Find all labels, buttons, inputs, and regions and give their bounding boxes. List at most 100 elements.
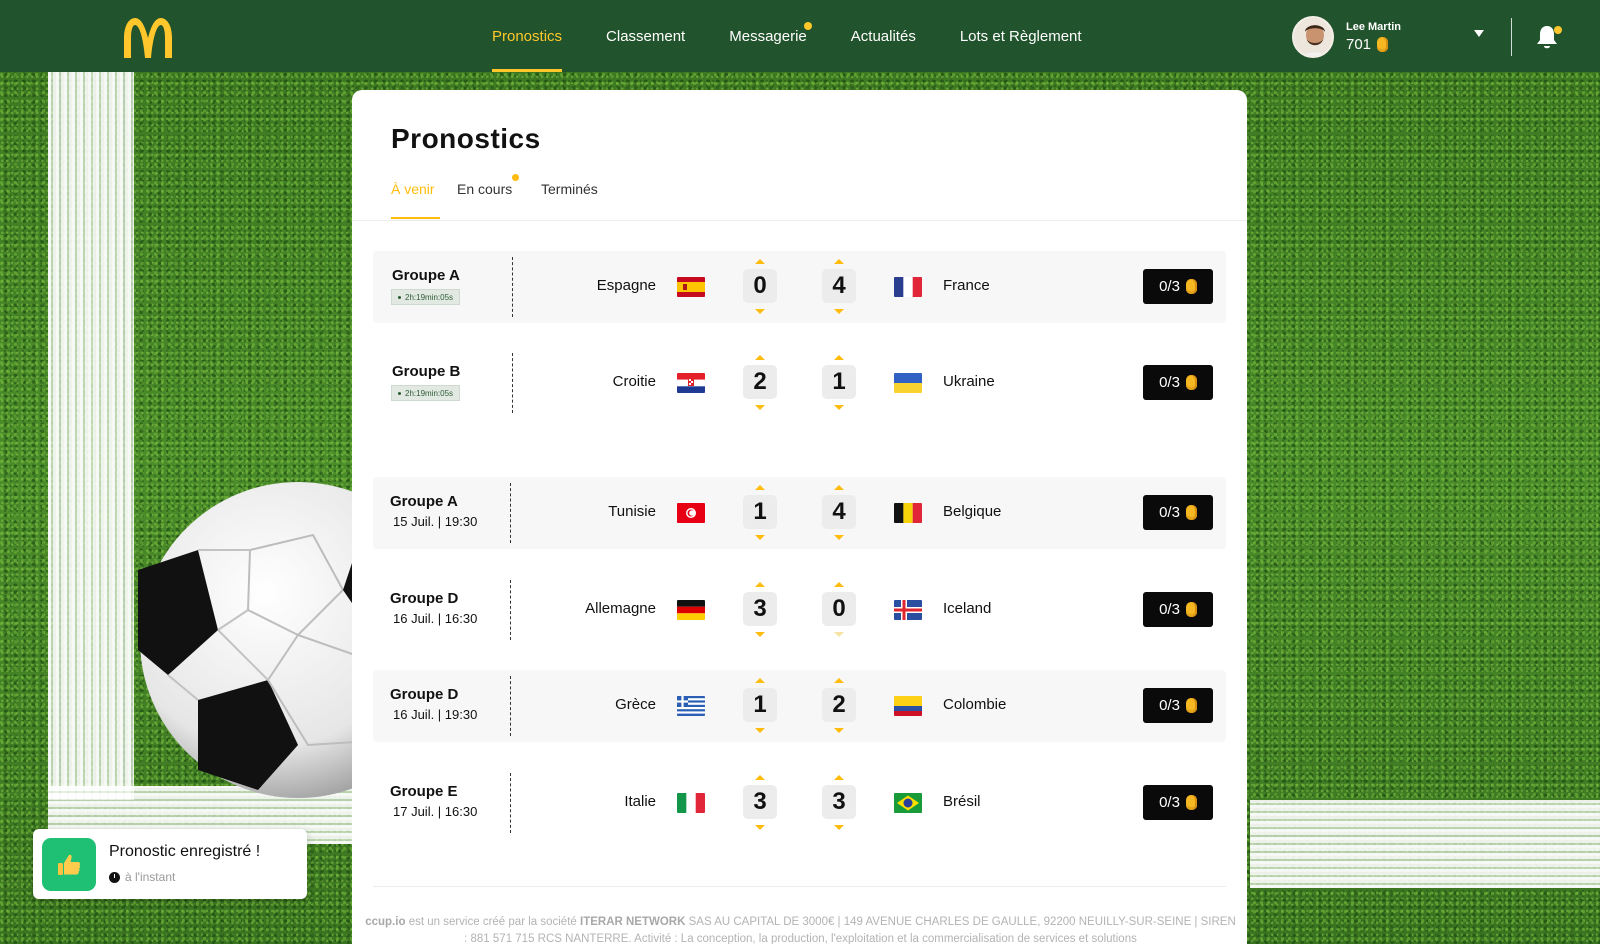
- coin-icon: [1185, 279, 1197, 294]
- countdown-badge: 2h:19min:05s: [391, 289, 461, 305]
- divider: [510, 676, 511, 736]
- france-flag-icon: [894, 277, 922, 297]
- match-group: Groupe E: [390, 783, 458, 800]
- nav-actualites[interactable]: Actualités: [829, 0, 938, 72]
- thumbs-up-icon: [42, 838, 96, 891]
- user-avatar-image: [1294, 18, 1332, 56]
- home-score-input[interactable]: 0: [743, 269, 777, 303]
- coin-icon: [1377, 37, 1389, 52]
- toast-title: Pronostic enregistré !: [109, 843, 261, 860]
- match-group: Groupe A: [390, 493, 458, 510]
- away-score-input[interactable]: 0: [822, 592, 856, 626]
- away-score-down-icon[interactable]: [834, 405, 844, 410]
- away-score-down-icon[interactable]: [834, 825, 844, 830]
- away-score-up-icon[interactable]: [834, 775, 844, 780]
- away-score-up-icon[interactable]: [834, 355, 844, 360]
- match-group: Groupe D: [390, 686, 459, 703]
- away-score-input[interactable]: 1: [822, 365, 856, 399]
- tab-en-cours[interactable]: En cours: [457, 174, 519, 219]
- points-text: 0/3: [1159, 794, 1180, 811]
- match-row: Groupe E 17 Juil. | 16:30 Italie 3 3 Bré…: [373, 767, 1226, 839]
- away-score-down-icon[interactable]: [834, 728, 844, 733]
- home-score-down-icon[interactable]: [755, 535, 765, 540]
- clock-icon: [109, 871, 120, 883]
- home-score-input[interactable]: 3: [743, 592, 777, 626]
- chevron-down-icon[interactable]: [1474, 30, 1484, 37]
- notification-dot: [803, 22, 812, 30]
- points-value: 701: [1346, 36, 1372, 53]
- match-row: Groupe A 2h:19min:05s Espagne 0 4 France…: [373, 251, 1226, 323]
- match-group: Groupe D: [390, 590, 459, 607]
- notification-dot: [1554, 26, 1562, 34]
- home-score-up-icon[interactable]: [755, 485, 765, 490]
- tab-a-venir[interactable]: À venir: [391, 181, 440, 219]
- match-group: Groupe A: [392, 267, 460, 284]
- home-score-input[interactable]: 2: [743, 365, 777, 399]
- match-date: 15 Juil. | 19:30: [393, 514, 478, 529]
- user-menu[interactable]: Lee Martin 701: [1292, 16, 1401, 58]
- away-score-down-icon[interactable]: [834, 632, 844, 637]
- toast-time: à l'instant: [109, 870, 175, 884]
- nav-classement[interactable]: Classement: [584, 0, 707, 72]
- nav-label: Pronostics: [492, 27, 563, 45]
- pronostics-card: Pronostics À venir En cours Terminés Gro…: [352, 90, 1247, 944]
- bullet-icon: [398, 295, 401, 299]
- away-score-down-icon[interactable]: [834, 535, 844, 540]
- home-score-input[interactable]: 1: [743, 495, 777, 529]
- home-score-down-icon[interactable]: [755, 825, 765, 830]
- divider: [510, 483, 511, 543]
- croatia-flag-icon: [677, 373, 705, 393]
- match-date: 17 Juil. | 16:30: [393, 804, 478, 819]
- match-row: Groupe D 16 Juil. | 16:30 Allemagne 3 0 …: [373, 574, 1226, 646]
- home-team: Croitie: [612, 373, 656, 390]
- nav-messagerie[interactable]: Messagerie: [707, 0, 829, 72]
- avatar[interactable]: [1292, 16, 1334, 58]
- footer-legal: ccup.io est un service créé par la socié…: [364, 914, 1237, 944]
- points-text: 0/3: [1159, 504, 1180, 521]
- home-score-up-icon[interactable]: [755, 678, 765, 683]
- countdown-badge: 2h:19min:05s: [391, 385, 461, 401]
- away-score-input[interactable]: 4: [822, 269, 856, 303]
- away-score-up-icon[interactable]: [834, 259, 844, 264]
- away-score-input[interactable]: 2: [822, 688, 856, 722]
- away-score-up-icon[interactable]: [834, 582, 844, 587]
- home-score-down-icon[interactable]: [755, 309, 765, 314]
- match-date: 16 Juil. | 16:30: [393, 611, 478, 626]
- nav-pronostics[interactable]: Pronostics: [470, 0, 584, 72]
- away-team: Ukraine: [943, 373, 995, 390]
- points-text: 0/3: [1159, 697, 1180, 714]
- divider: [512, 257, 513, 317]
- match-date: 16 Juil. | 19:30: [393, 707, 478, 722]
- nav-lots-reglement[interactable]: Lots et Règlement: [938, 0, 1104, 72]
- points-badge: 0/3: [1143, 365, 1213, 400]
- home-score-input[interactable]: 3: [743, 785, 777, 819]
- match-row: Groupe A 15 Juil. | 19:30 Tunisie 1 4 Be…: [373, 477, 1226, 549]
- footer-text: est un service créé par la société: [408, 916, 577, 928]
- top-navigation-bar: Pronostics Classement Messagerie Actuali…: [0, 0, 1600, 72]
- home-team: Italie: [624, 793, 656, 810]
- home-score-up-icon[interactable]: [755, 355, 765, 360]
- match-group: Groupe B: [392, 363, 461, 380]
- toast-notification[interactable]: Pronostic enregistré ! à l'instant: [33, 829, 307, 899]
- home-score-down-icon[interactable]: [755, 632, 765, 637]
- home-score-up-icon[interactable]: [755, 259, 765, 264]
- tab-label: En cours: [457, 181, 513, 197]
- away-score-input[interactable]: 3: [822, 785, 856, 819]
- home-score-down-icon[interactable]: [755, 405, 765, 410]
- away-score-down-icon[interactable]: [834, 309, 844, 314]
- away-score-input[interactable]: 4: [822, 495, 856, 529]
- away-score-up-icon[interactable]: [834, 485, 844, 490]
- away-team: France: [943, 277, 990, 294]
- points-badge: 0/3: [1143, 495, 1213, 530]
- home-score-up-icon[interactable]: [755, 775, 765, 780]
- home-score-down-icon[interactable]: [755, 728, 765, 733]
- home-score-input[interactable]: 1: [743, 688, 777, 722]
- home-score-up-icon[interactable]: [755, 582, 765, 587]
- points-text: 0/3: [1159, 278, 1180, 295]
- user-points: 701: [1346, 36, 1401, 53]
- mcdonalds-logo[interactable]: [122, 16, 174, 58]
- tab-termines[interactable]: Terminés: [541, 181, 598, 219]
- nav-label: Messagerie: [729, 27, 807, 45]
- away-score-up-icon[interactable]: [834, 678, 844, 683]
- nav-label: Actualités: [850, 27, 916, 45]
